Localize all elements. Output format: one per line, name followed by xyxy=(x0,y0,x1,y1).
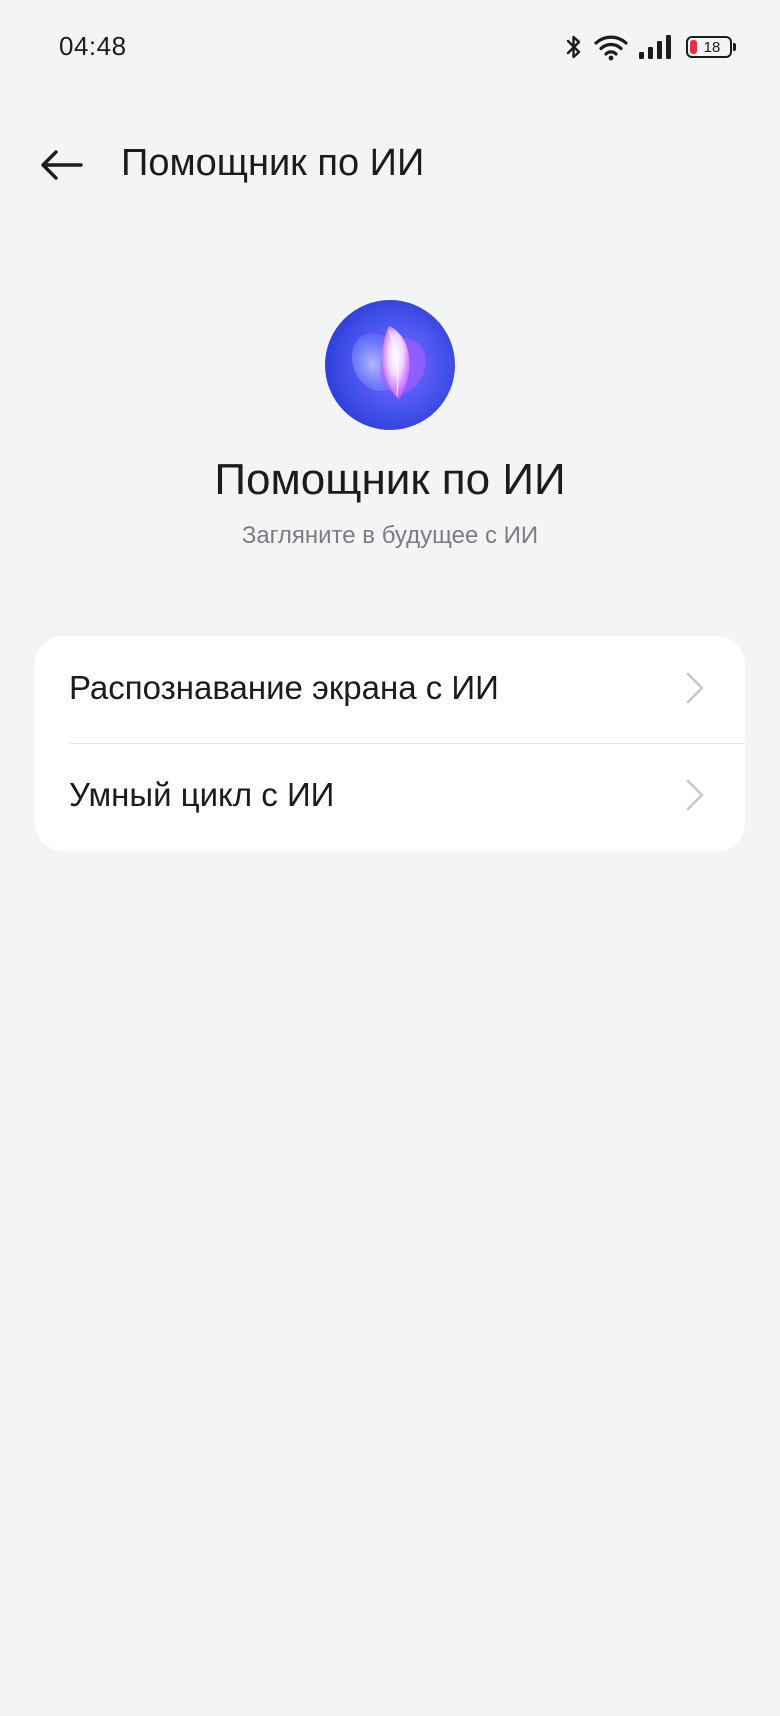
ai-assistant-logo-icon xyxy=(325,300,455,430)
status-icons: 18 xyxy=(564,30,736,64)
signal-icon xyxy=(639,35,671,59)
hero-section: Помощник по ИИ Загляните в будущее с ИИ xyxy=(0,300,780,552)
settings-card: Распознавание экрана с ИИ Умный цикл с И… xyxy=(35,636,745,851)
status-bar: 04:48 18 xyxy=(0,0,780,94)
list-item-label: Распознавание экрана с ИИ xyxy=(69,669,499,706)
hero-title: Помощник по ИИ xyxy=(214,455,566,504)
arrow-left-icon xyxy=(41,150,83,180)
hero-subtitle: Загляните в будущее с ИИ xyxy=(241,522,539,549)
chevron-right-icon xyxy=(686,672,704,704)
list-item-screen-recognition[interactable]: Распознавание экрана с ИИ xyxy=(35,636,745,740)
battery-level: 18 xyxy=(703,38,721,56)
back-button[interactable] xyxy=(30,136,92,194)
header: Помощник по ИИ xyxy=(0,110,780,220)
chevron-right-icon xyxy=(686,779,704,811)
wifi-icon xyxy=(594,35,628,61)
bluetooth-icon xyxy=(566,35,581,59)
battery-fill xyxy=(690,40,697,54)
list-item-label: Умный цикл с ИИ xyxy=(69,776,335,813)
battery-icon: 18 xyxy=(686,36,736,58)
list-item-smart-cycle[interactable]: Умный цикл с ИИ xyxy=(35,743,745,847)
page-title: Помощник по ИИ xyxy=(121,142,425,184)
status-time: 04:48 xyxy=(59,31,127,61)
